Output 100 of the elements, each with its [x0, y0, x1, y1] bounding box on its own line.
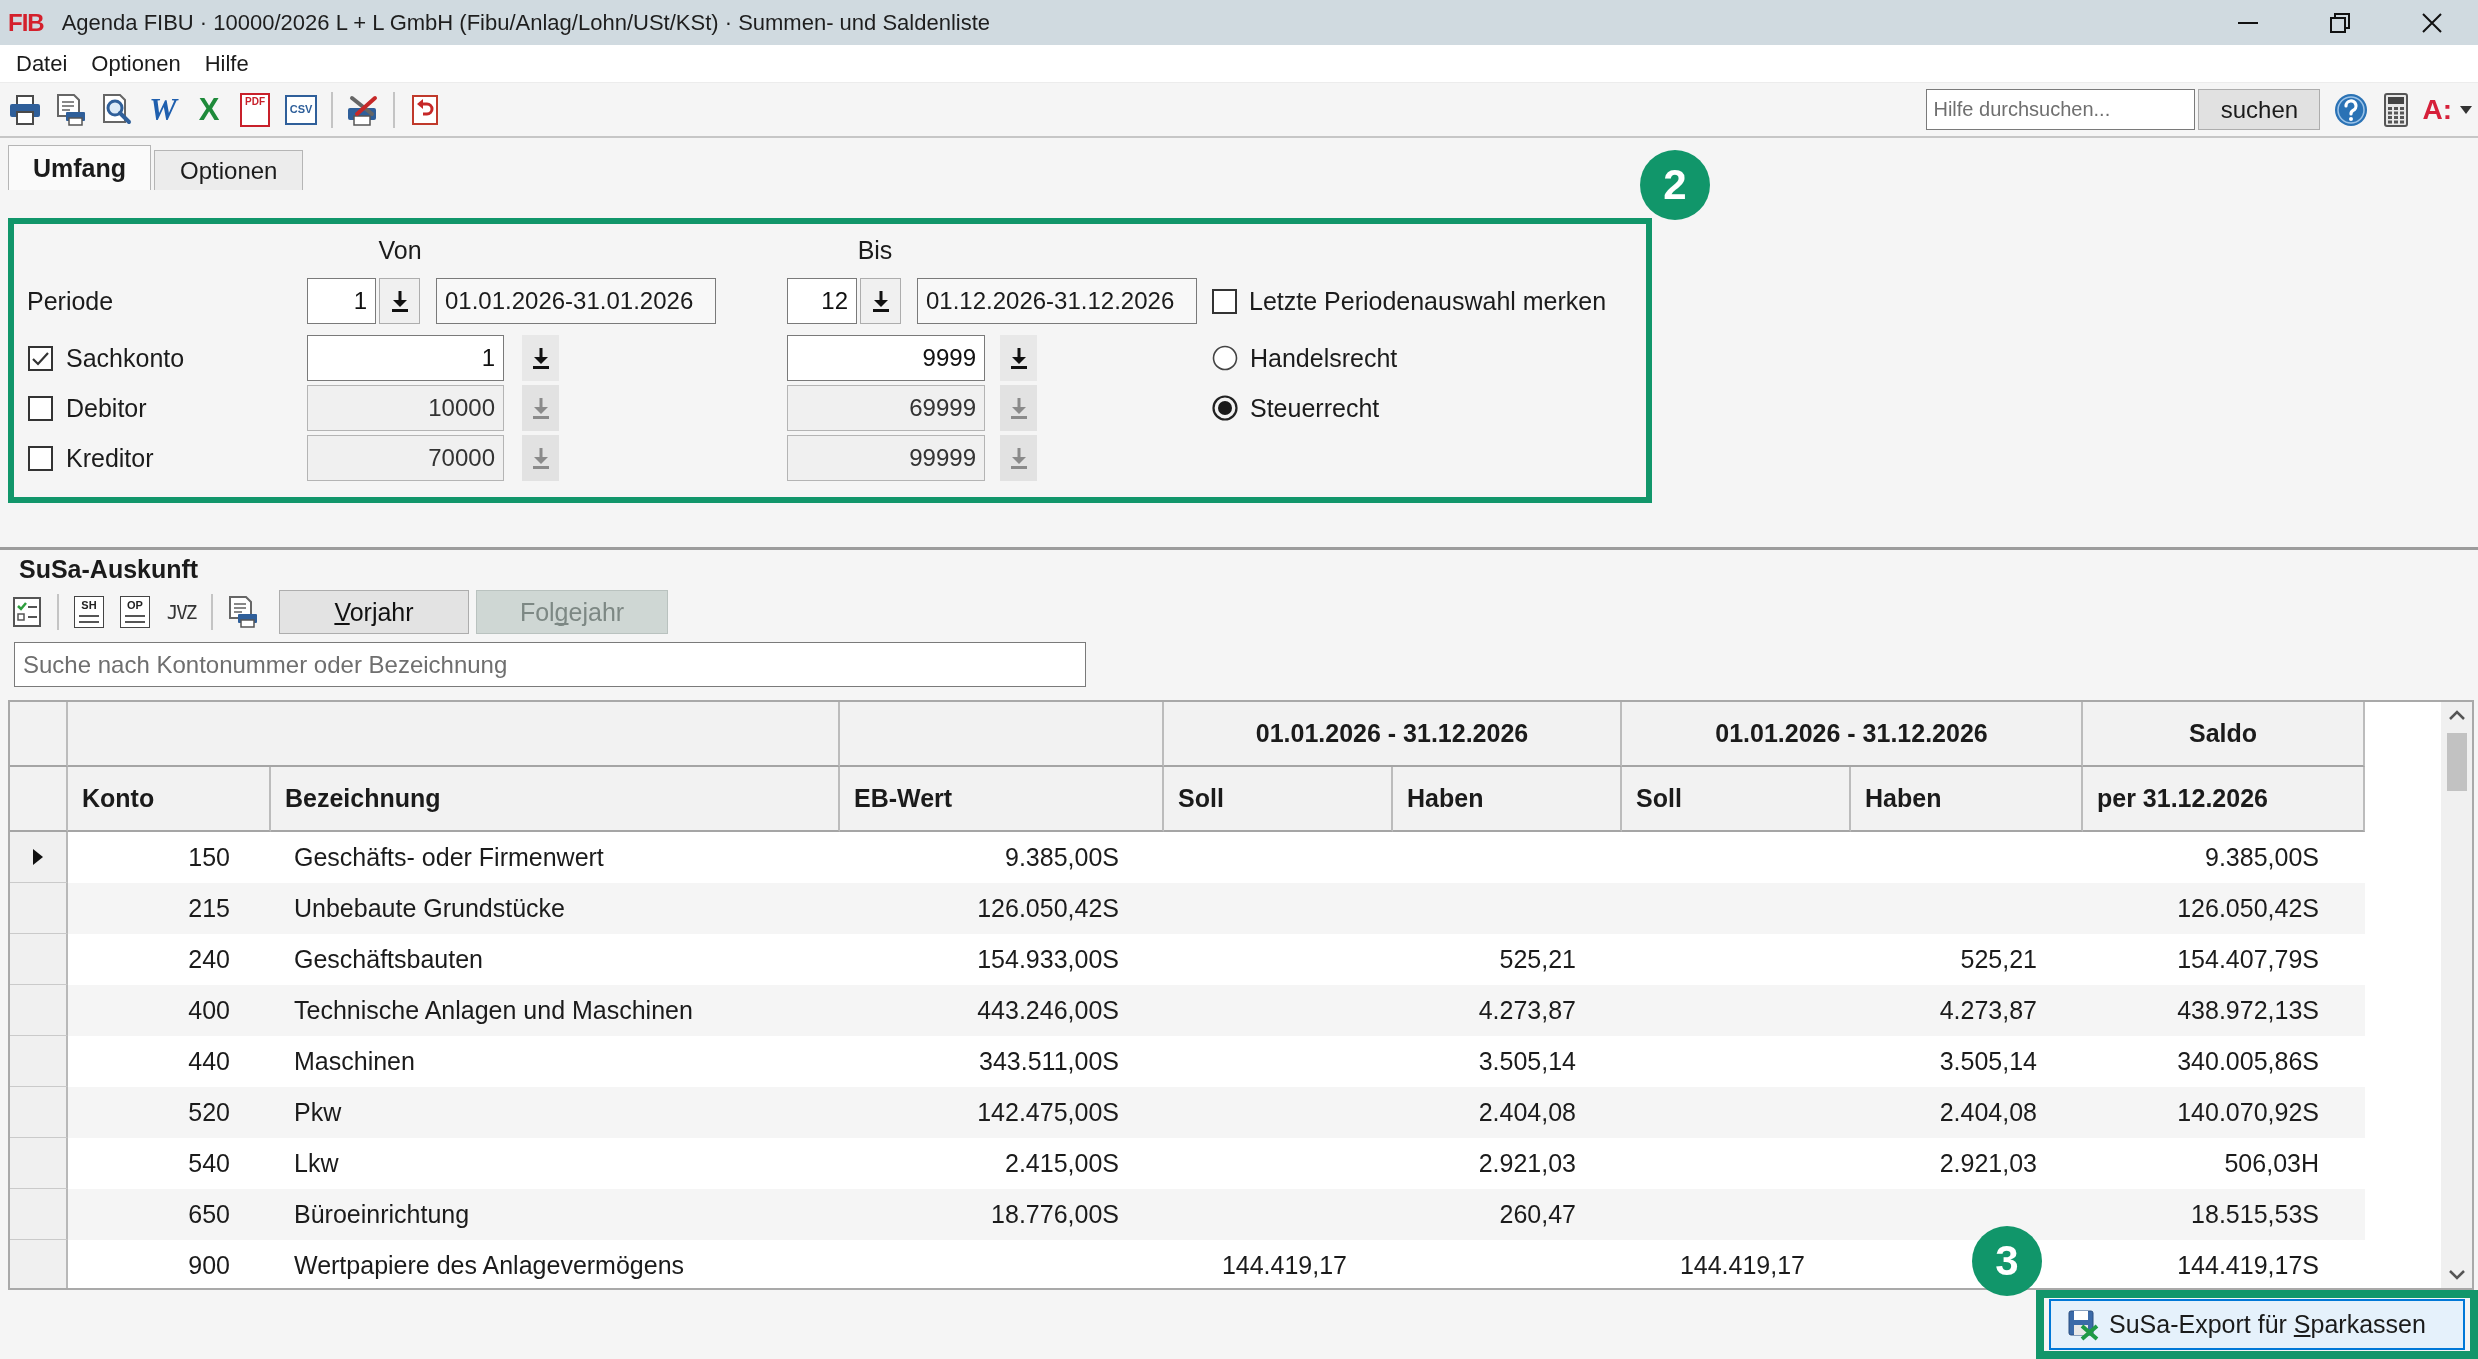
column-label: Von [377, 235, 423, 265]
table-cell: 2.404,08 [1939, 1098, 2037, 1127]
chevron-up-icon[interactable] [2447, 710, 2466, 721]
menu-item[interactable]: Hilfe [192, 50, 261, 77]
date-range-field[interactable]: 01.12.2026-31.12.2026 [917, 278, 1197, 324]
column-header[interactable]: Soll [1164, 767, 1393, 832]
arrow-down-to-line-icon [531, 397, 550, 419]
restore-icon [2330, 12, 2350, 33]
radio-button[interactable] [1212, 395, 1238, 421]
checkbox-label: Letzte Periodenauswahl merken [1249, 286, 1607, 316]
pick-button[interactable] [860, 278, 901, 324]
csv-button[interactable]: CSV [285, 94, 317, 125]
help-search-field[interactable]: Hilfe durchsuchen... [1926, 89, 2196, 130]
table-cell: 4.273,87 [1939, 996, 2037, 1025]
letter-x-button[interactable]: X [187, 87, 231, 132]
checkbox[interactable] [28, 345, 53, 371]
table-row[interactable]: 650 Büroeinrichtung 18.776,00S 260,47 18.515,53S [10, 1189, 2365, 1240]
table-cell: 340.005,86S [2177, 1047, 2319, 1076]
input-field[interactable]: 70000 [307, 435, 504, 481]
menu-item[interactable]: Optionen [79, 50, 193, 77]
tab[interactable]: Optionen [154, 150, 304, 190]
table-cell: 18.776,00S [991, 1200, 1119, 1229]
table-row[interactable]: 215 Unbebaute Grundstücke 126.050,42S 126.050,42S [10, 883, 2365, 934]
table-cell: 2.921,03 [1478, 1149, 1576, 1178]
table-cell: 343.511,00S [979, 1047, 1119, 1076]
input-field[interactable]: 99999 [787, 435, 985, 481]
row-pointer-icon [32, 848, 44, 866]
chevron-down-icon[interactable] [2447, 1269, 2466, 1280]
grid-view-button[interactable]: OP [120, 596, 150, 628]
table-cell: Maschinen [294, 1047, 415, 1076]
table-cell: 215 [188, 894, 230, 923]
table-cell: 142.475,00S [977, 1098, 1119, 1127]
column-header[interactable]: per 31.12.2026 [2083, 767, 2365, 832]
arrow-down-to-line-icon [531, 447, 550, 469]
column-header[interactable]: Haben [1851, 767, 2083, 832]
magnifier-icon [102, 93, 132, 126]
table-cell: Büroeinrichtung [294, 1200, 470, 1229]
letter-w-button[interactable]: W [141, 87, 185, 132]
table-cell: 260,47 [1499, 1200, 1576, 1229]
column-header[interactable]: Bezeichnung [271, 767, 840, 832]
menu-item[interactable]: Datei [4, 50, 80, 77]
tab[interactable]: Umfang [8, 145, 152, 190]
column-header: Saldo [2083, 702, 2365, 767]
table-cell: 2.404,08 [1478, 1098, 1576, 1127]
checklist-icon [13, 597, 41, 627]
arrow-down-to-line-icon [531, 347, 550, 369]
table-row[interactable]: 400 Technische Anlagen und Maschinen 443.246,00S 4.273,87 4.273,87 438.972,13S [10, 985, 2365, 1036]
row-header[interactable] [10, 832, 68, 883]
pick-button[interactable] [1000, 335, 1037, 381]
arrow-down-to-line-icon [1009, 397, 1028, 419]
input-field[interactable]: 1 [307, 335, 504, 381]
search-field[interactable]: Suche nach Kontonummer oder Bezeichnung [14, 642, 1086, 687]
table-cell: Wertpapiere des Anlagevermögens [294, 1251, 685, 1280]
column-header[interactable]: Konto [68, 767, 271, 832]
table-cell: 443.246,00S [977, 996, 1119, 1025]
date-range-field[interactable]: 01.01.2026-31.01.2026 [436, 278, 716, 324]
input-field[interactable]: 10000 [307, 385, 504, 431]
input-field[interactable]: 1 [307, 278, 376, 324]
scrollbar[interactable] [2441, 702, 2472, 1288]
app-menu-button[interactable]: A: [2422, 93, 2478, 126]
checkbox[interactable] [28, 445, 53, 471]
window-title: Agenda FIBU · 10000/2026 L + L GmbH (Fibu/Anlag/Lohn/USt/KSt) · Summen- und Saldenliste [61, 9, 991, 36]
year-button[interactable]: Vorjahr [279, 590, 469, 634]
table-cell: 506,03H [2224, 1149, 2319, 1178]
checkbox[interactable] [1212, 288, 1237, 314]
grid-view-button[interactable]: SH [74, 596, 104, 628]
input-field[interactable]: 69999 [787, 385, 985, 431]
column-header[interactable]: Soll [1622, 767, 1851, 832]
table-cell: 400 [188, 996, 230, 1025]
arrow-down-to-line-icon [871, 290, 890, 312]
table-cell: 540 [188, 1149, 230, 1178]
arrow-down-to-line-icon [390, 290, 409, 312]
table-cell: 240 [188, 945, 230, 974]
export-button[interactable]: SuSa-Export für Sparkassen [2049, 1299, 2465, 1350]
column-header[interactable]: Haben [1393, 767, 1622, 832]
column-header[interactable]: EB-Wert [840, 767, 1164, 832]
table-cell: 440 [188, 1047, 230, 1076]
input-field[interactable]: 9999 [787, 335, 985, 381]
checkbox-label: Sachkonto [66, 343, 185, 373]
table-row[interactable]: 520 Pkw 142.475,00S 2.404,08 2.404,08 140.070,92S [10, 1087, 2365, 1138]
table-cell: 126.050,42S [977, 894, 1119, 923]
radio-button[interactable] [1212, 345, 1238, 371]
table-cell: 3.505,14 [1939, 1047, 2037, 1076]
table-cell: 9.385,00S [2205, 843, 2319, 872]
search-button[interactable]: suchen [2198, 89, 2321, 130]
pdf-button[interactable]: PDF [240, 92, 270, 127]
text-tool-button[interactable]: JVZ [159, 590, 203, 634]
help-button[interactable] [2334, 92, 2369, 127]
checkbox-label: Debitor [66, 393, 147, 423]
checkbox[interactable] [28, 395, 53, 421]
column-label: Bis [856, 235, 894, 265]
pick-button[interactable] [379, 278, 420, 324]
scrollbar-thumb[interactable] [2446, 733, 2467, 791]
printer-icon [9, 94, 41, 125]
table-cell: 4.273,87 [1478, 996, 1576, 1025]
input-field[interactable]: 12 [787, 278, 857, 324]
pick-button[interactable] [522, 335, 559, 381]
caret-icon [2460, 105, 2472, 114]
calculator-button[interactable] [2384, 92, 2409, 127]
section-title: SuSa-Auskunft [19, 554, 199, 584]
